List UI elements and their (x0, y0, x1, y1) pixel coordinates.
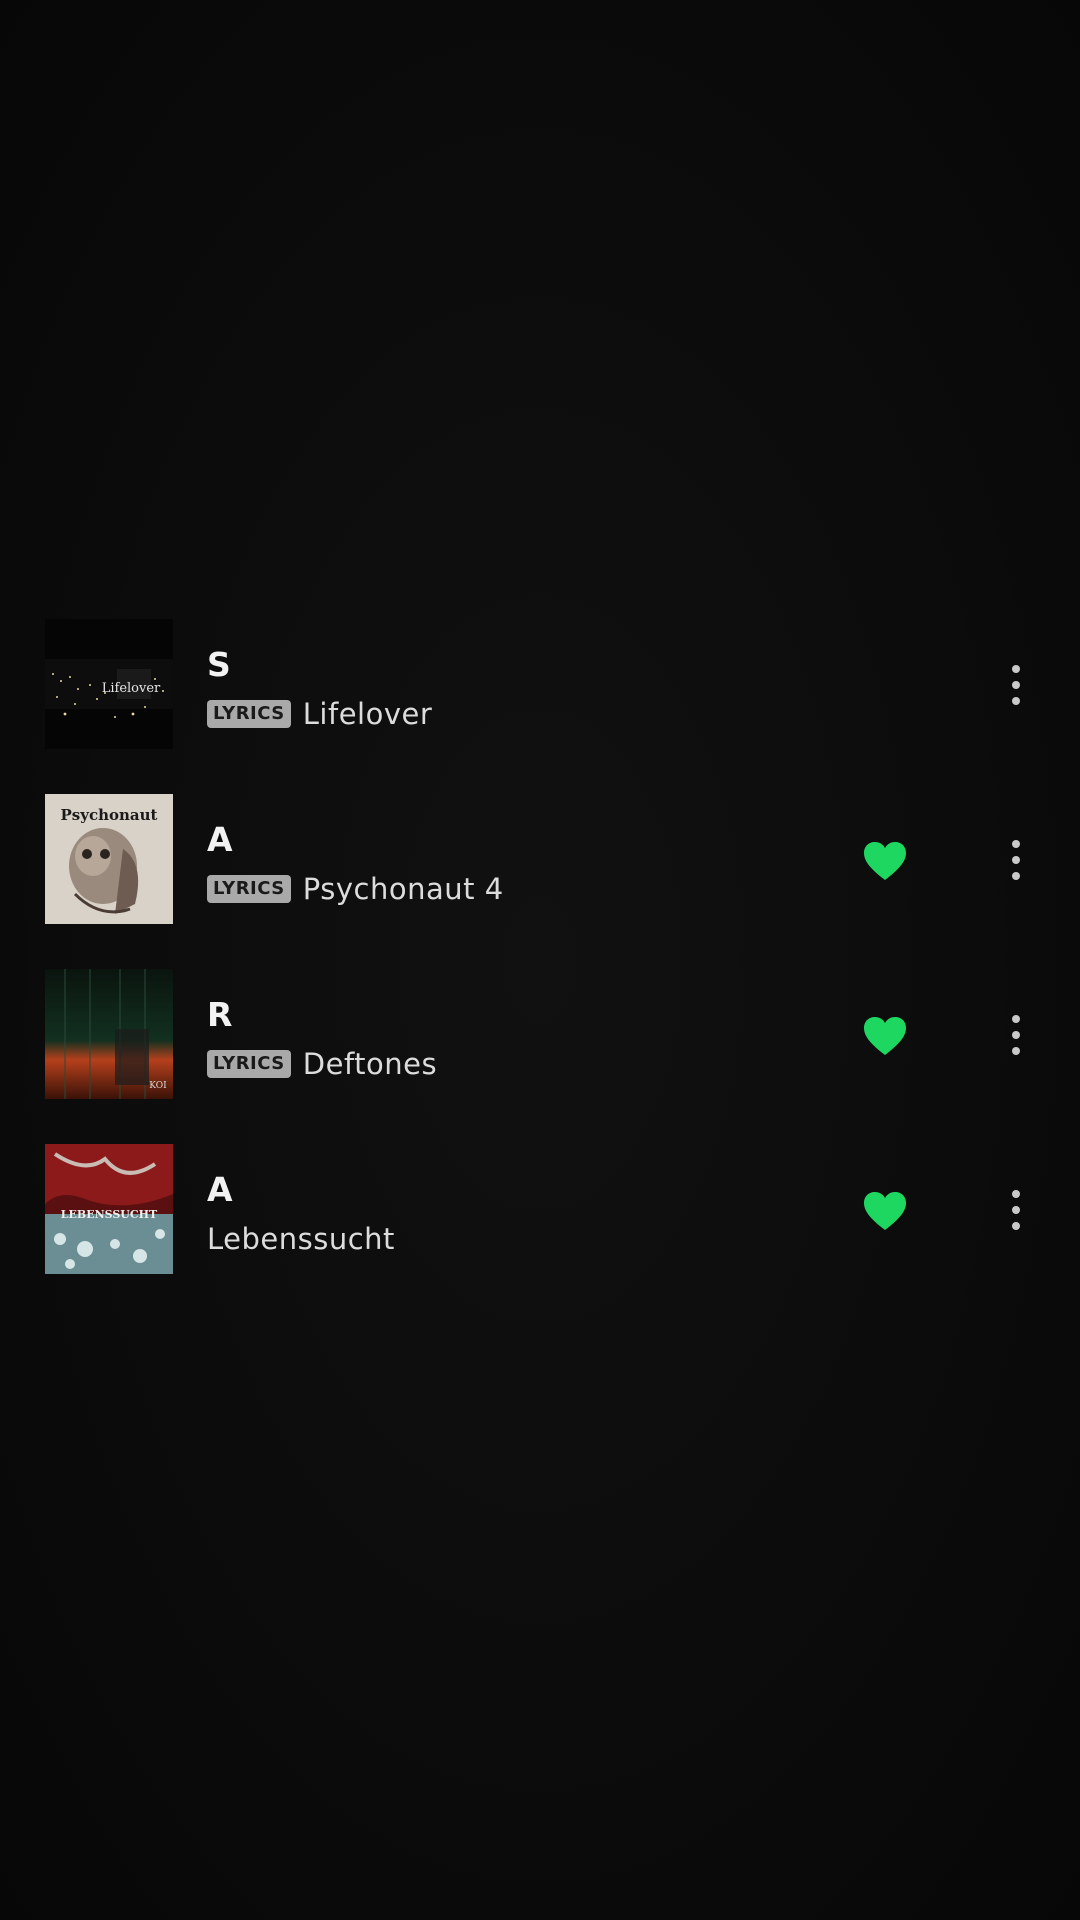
screen: Lifelover S LYRICS Lifelover Psychonaut … (0, 0, 1080, 1920)
heart-filled-icon[interactable] (862, 1190, 908, 1232)
album-art: KOI (45, 969, 173, 1099)
album-art: Lifelover (45, 619, 173, 749)
track-list: Lifelover S LYRICS Lifelover Psychonaut … (0, 615, 1080, 1315)
album-art-text: KOI (149, 1081, 167, 1091)
album-art-text: Psychonaut (60, 806, 158, 824)
track-subtitle: LYRICS Deftones (207, 1047, 437, 1081)
track-artist: Lebenssucht (207, 1222, 395, 1256)
album-art: Psychonaut (45, 794, 173, 924)
track-row[interactable]: KOI R LYRICS Deftones (0, 965, 1080, 1140)
track-subtitle: LYRICS Psychonaut 4 (207, 872, 504, 906)
track-artist: Deftones (302, 1047, 438, 1081)
track-subtitle: Lebenssucht (207, 1222, 395, 1256)
more-vertical-icon[interactable] (1000, 830, 1032, 890)
track-row[interactable]: LEBENSSUCHT A Lebenssucht (0, 1140, 1080, 1315)
lyrics-badge: LYRICS (207, 700, 291, 728)
track-title: S (207, 645, 232, 684)
track-title: A (207, 1170, 234, 1209)
track-row[interactable]: Lifelover S LYRICS Lifelover (0, 615, 1080, 790)
track-artist: Psychonaut 4 (302, 872, 504, 906)
heart-filled-icon[interactable] (862, 840, 908, 882)
track-title: A (207, 820, 234, 859)
album-art-text: Lifelover (101, 681, 161, 696)
heart-filled-icon[interactable] (862, 1015, 908, 1057)
track-title: R (207, 995, 234, 1034)
lyrics-badge: LYRICS (207, 1050, 291, 1078)
more-vertical-icon[interactable] (1000, 1005, 1032, 1065)
track-row[interactable]: Psychonaut A LYRICS Psychonaut 4 (0, 790, 1080, 965)
more-vertical-icon[interactable] (1000, 655, 1032, 715)
track-artist: Lifelover (302, 697, 433, 731)
lyrics-badge: LYRICS (207, 875, 291, 903)
album-art: LEBENSSUCHT (45, 1144, 173, 1274)
more-vertical-icon[interactable] (1000, 1180, 1032, 1240)
track-subtitle: LYRICS Lifelover (207, 697, 432, 731)
album-art-text: LEBENSSUCHT (60, 1208, 158, 1221)
